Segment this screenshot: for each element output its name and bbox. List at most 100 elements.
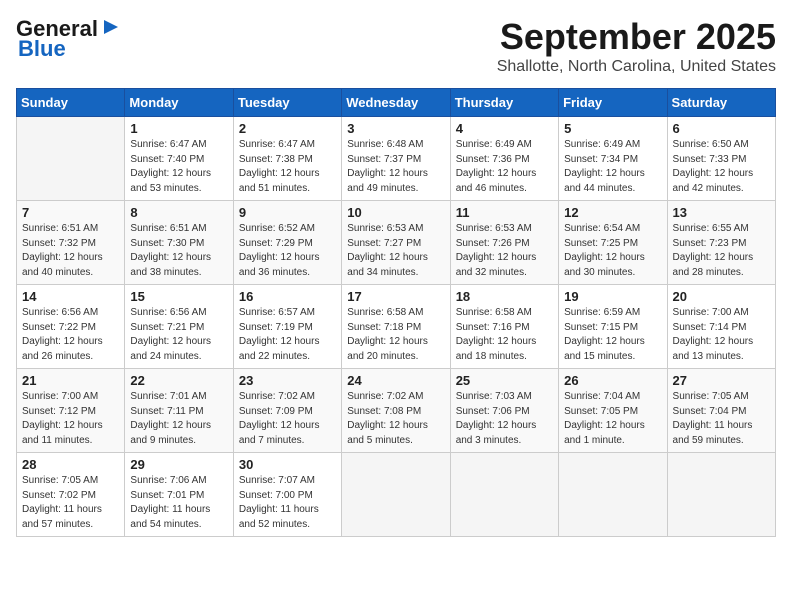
- day-number: 1: [130, 121, 227, 136]
- calendar-cell: 21Sunrise: 7:00 AM Sunset: 7:12 PM Dayli…: [17, 369, 125, 453]
- week-row-5: 28Sunrise: 7:05 AM Sunset: 7:02 PM Dayli…: [17, 453, 776, 537]
- day-number: 24: [347, 373, 444, 388]
- calendar-table: SundayMondayTuesdayWednesdayThursdayFrid…: [16, 88, 776, 537]
- day-number: 25: [456, 373, 553, 388]
- day-info: Sunrise: 6:49 AM Sunset: 7:34 PM Dayligh…: [564, 138, 661, 196]
- day-info: Sunrise: 7:01 AM Sunset: 7:11 PM Dayligh…: [130, 390, 227, 448]
- calendar-cell: 4 Sunrise: 6:49 AM Sunset: 7:36 PM Daylig…: [450, 117, 558, 201]
- location-title: Shallotte, North Carolina, United States: [497, 58, 776, 76]
- day-info: Sunrise: 6:50 AM Sunset: 7:33 PM Dayligh…: [673, 138, 770, 196]
- week-row-2: 7Sunrise: 6:51 AM Sunset: 7:32 PM Daylig…: [17, 201, 776, 285]
- day-info: Sunrise: 7:03 AM Sunset: 7:06 PM Dayligh…: [456, 390, 553, 448]
- day-info: Sunrise: 6:52 AM Sunset: 7:29 PM Dayligh…: [239, 222, 336, 280]
- month-title: September 2025: [497, 16, 776, 58]
- day-number: 13: [673, 205, 770, 220]
- day-info: Sunrise: 6:56 AM Sunset: 7:21 PM Dayligh…: [130, 306, 227, 364]
- calendar-cell: 26Sunrise: 7:04 AM Sunset: 7:05 PM Dayli…: [559, 369, 667, 453]
- calendar-cell: 5Sunrise: 6:49 AM Sunset: 7:34 PM Daylig…: [559, 117, 667, 201]
- day-number: 22: [130, 373, 227, 388]
- calendar-cell: 9 Sunrise: 6:52 AM Sunset: 7:29 PM Daylig…: [233, 201, 341, 285]
- calendar-cell: 13 Sunrise: 6:55 AM Sunset: 7:23 PM Dayli…: [667, 201, 775, 285]
- weekday-header-wednesday: Wednesday: [342, 89, 450, 117]
- calendar-cell: [450, 453, 558, 537]
- calendar-cell: 29 Sunrise: 7:06 AM Sunset: 7:01 PM Dayli…: [125, 453, 233, 537]
- page-header: General Blue September 2025 Shallotte, N…: [16, 16, 776, 76]
- day-info: Sunrise: 6:58 AM Sunset: 7:18 PM Dayligh…: [347, 306, 444, 364]
- calendar-cell: 1 Sunrise: 6:47 AM Sunset: 7:40 PM Daylig…: [125, 117, 233, 201]
- day-info: Sunrise: 7:06 AM Sunset: 7:01 PM Dayligh…: [130, 474, 227, 532]
- calendar-cell: [667, 453, 775, 537]
- day-info: Sunrise: 7:00 AM Sunset: 7:14 PM Dayligh…: [673, 306, 770, 364]
- day-info: Sunrise: 6:56 AM Sunset: 7:22 PM Dayligh…: [22, 306, 119, 364]
- weekday-header-friday: Friday: [559, 89, 667, 117]
- day-number: 8: [130, 205, 227, 220]
- day-number: 27: [673, 373, 770, 388]
- calendar-cell: 7Sunrise: 6:51 AM Sunset: 7:32 PM Daylig…: [17, 201, 125, 285]
- calendar-cell: 18 Sunrise: 6:58 AM Sunset: 7:16 PM Dayli…: [450, 285, 558, 369]
- day-number: 6: [673, 121, 770, 136]
- day-number: 30: [239, 457, 336, 472]
- day-info: Sunrise: 6:47 AM Sunset: 7:40 PM Dayligh…: [130, 138, 227, 196]
- weekday-header-tuesday: Tuesday: [233, 89, 341, 117]
- calendar-cell: 12Sunrise: 6:54 AM Sunset: 7:25 PM Dayli…: [559, 201, 667, 285]
- calendar-cell: 25 Sunrise: 7:03 AM Sunset: 7:06 PM Dayli…: [450, 369, 558, 453]
- day-number: 4: [456, 121, 553, 136]
- calendar-cell: 15 Sunrise: 6:56 AM Sunset: 7:21 PM Dayli…: [125, 285, 233, 369]
- weekday-header-row: SundayMondayTuesdayWednesdayThursdayFrid…: [17, 89, 776, 117]
- day-info: Sunrise: 6:57 AM Sunset: 7:19 PM Dayligh…: [239, 306, 336, 364]
- day-info: Sunrise: 6:51 AM Sunset: 7:30 PM Dayligh…: [130, 222, 227, 280]
- calendar-cell: 14 Sunrise: 6:56 AM Sunset: 7:22 PM Dayli…: [17, 285, 125, 369]
- day-info: Sunrise: 7:02 AM Sunset: 7:09 PM Dayligh…: [239, 390, 336, 448]
- calendar-cell: 19Sunrise: 6:59 AM Sunset: 7:15 PM Dayli…: [559, 285, 667, 369]
- calendar-cell: [559, 453, 667, 537]
- day-number: 11: [456, 205, 553, 220]
- day-number: 14: [22, 289, 119, 304]
- day-info: Sunrise: 6:53 AM Sunset: 7:26 PM Dayligh…: [456, 222, 553, 280]
- day-info: Sunrise: 6:48 AM Sunset: 7:37 PM Dayligh…: [347, 138, 444, 196]
- day-info: Sunrise: 7:07 AM Sunset: 7:00 PM Dayligh…: [239, 474, 336, 532]
- calendar-cell: 23 Sunrise: 7:02 AM Sunset: 7:09 PM Dayli…: [233, 369, 341, 453]
- day-info: Sunrise: 6:59 AM Sunset: 7:15 PM Dayligh…: [564, 306, 661, 364]
- calendar-cell: 3 Sunrise: 6:48 AM Sunset: 7:37 PM Daylig…: [342, 117, 450, 201]
- calendar-cell: [342, 453, 450, 537]
- calendar-cell: 11 Sunrise: 6:53 AM Sunset: 7:26 PM Dayli…: [450, 201, 558, 285]
- day-number: 28: [22, 457, 119, 472]
- logo: General Blue: [16, 16, 122, 62]
- calendar-cell: 16Sunrise: 6:57 AM Sunset: 7:19 PM Dayli…: [233, 285, 341, 369]
- calendar-cell: 6 Sunrise: 6:50 AM Sunset: 7:33 PM Daylig…: [667, 117, 775, 201]
- day-number: 23: [239, 373, 336, 388]
- week-row-3: 14 Sunrise: 6:56 AM Sunset: 7:22 PM Dayli…: [17, 285, 776, 369]
- calendar-cell: 10Sunrise: 6:53 AM Sunset: 7:27 PM Dayli…: [342, 201, 450, 285]
- day-number: 9: [239, 205, 336, 220]
- calendar-cell: [17, 117, 125, 201]
- calendar-cell: 24 Sunrise: 7:02 AM Sunset: 7:08 PM Dayli…: [342, 369, 450, 453]
- day-number: 18: [456, 289, 553, 304]
- calendar-cell: 20Sunrise: 7:00 AM Sunset: 7:14 PM Dayli…: [667, 285, 775, 369]
- day-info: Sunrise: 7:05 AM Sunset: 7:04 PM Dayligh…: [673, 390, 770, 448]
- day-info: Sunrise: 6:49 AM Sunset: 7:36 PM Dayligh…: [456, 138, 553, 196]
- calendar-cell: 8 Sunrise: 6:51 AM Sunset: 7:30 PM Daylig…: [125, 201, 233, 285]
- day-info: Sunrise: 7:04 AM Sunset: 7:05 PM Dayligh…: [564, 390, 661, 448]
- calendar-cell: 22 Sunrise: 7:01 AM Sunset: 7:11 PM Dayli…: [125, 369, 233, 453]
- day-number: 2: [239, 121, 336, 136]
- weekday-header-monday: Monday: [125, 89, 233, 117]
- weekday-header-sunday: Sunday: [17, 89, 125, 117]
- day-number: 15: [130, 289, 227, 304]
- day-info: Sunrise: 6:55 AM Sunset: 7:23 PM Dayligh…: [673, 222, 770, 280]
- day-number: 10: [347, 205, 444, 220]
- day-number: 3: [347, 121, 444, 136]
- day-number: 12: [564, 205, 661, 220]
- day-number: 7: [22, 205, 119, 220]
- day-info: Sunrise: 7:02 AM Sunset: 7:08 PM Dayligh…: [347, 390, 444, 448]
- calendar-cell: 2 Sunrise: 6:47 AM Sunset: 7:38 PM Daylig…: [233, 117, 341, 201]
- weekday-header-saturday: Saturday: [667, 89, 775, 117]
- day-info: Sunrise: 7:00 AM Sunset: 7:12 PM Dayligh…: [22, 390, 119, 448]
- calendar-cell: 28Sunrise: 7:05 AM Sunset: 7:02 PM Dayli…: [17, 453, 125, 537]
- calendar-cell: 27 Sunrise: 7:05 AM Sunset: 7:04 PM Dayli…: [667, 369, 775, 453]
- weekday-header-thursday: Thursday: [450, 89, 558, 117]
- day-number: 29: [130, 457, 227, 472]
- day-number: 17: [347, 289, 444, 304]
- calendar-cell: 30 Sunrise: 7:07 AM Sunset: 7:00 PM Dayli…: [233, 453, 341, 537]
- day-info: Sunrise: 6:58 AM Sunset: 7:16 PM Dayligh…: [456, 306, 553, 364]
- day-info: Sunrise: 6:47 AM Sunset: 7:38 PM Dayligh…: [239, 138, 336, 196]
